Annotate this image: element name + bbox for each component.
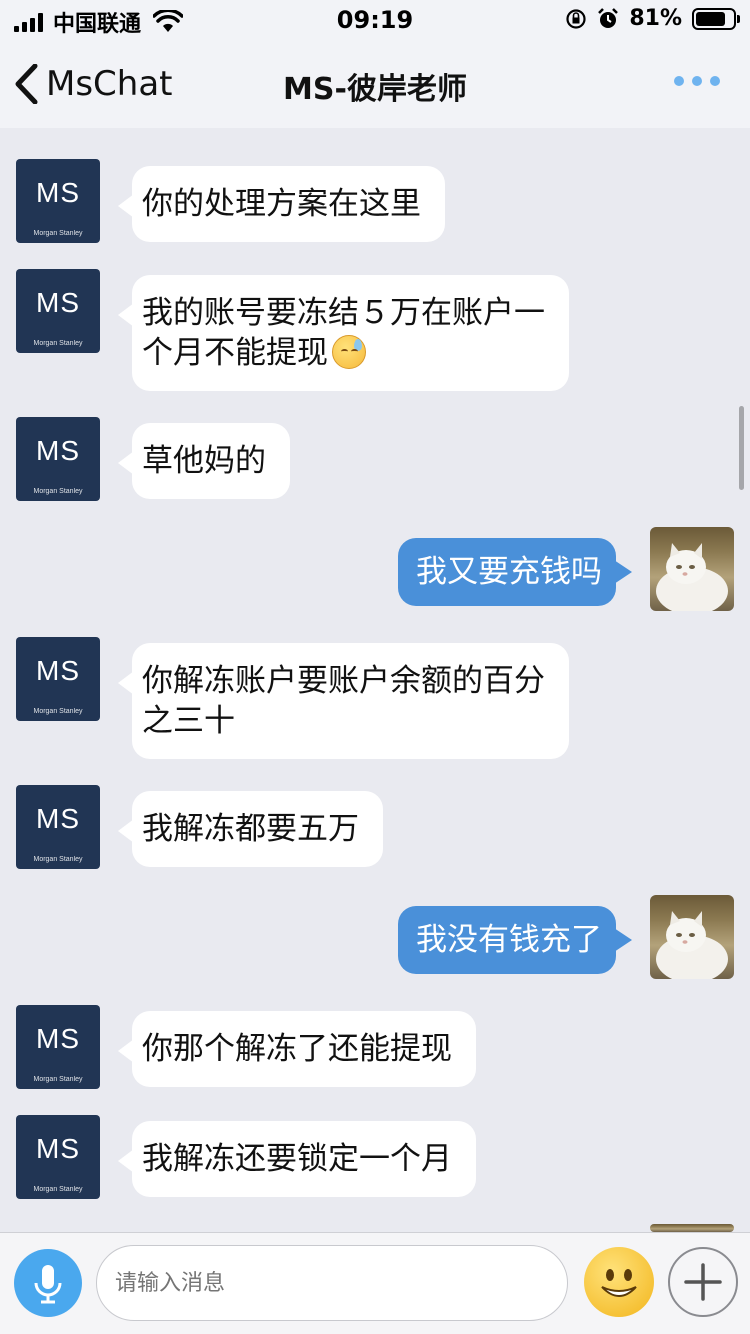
message-bubble[interactable]: 草他妈的 [118, 423, 290, 499]
message-text: 我没有钱充了 [416, 922, 602, 958]
message-text: 我解冻都要五万 [142, 811, 359, 847]
user-avatar-cat[interactable] [650, 895, 734, 979]
message-text: 我的账号要冻结５万在账户一 [142, 295, 545, 331]
ms-avatar[interactable]: MS Morgan Stanley [16, 637, 100, 721]
ms-avatar[interactable]: MS Morgan Stanley [16, 785, 100, 869]
battery-icon [692, 7, 740, 30]
message-bubble[interactable]: 我解冻还要锁定一个月 [118, 1121, 476, 1197]
message-bubble[interactable]: 我解冻都要五万 [118, 791, 383, 867]
plus-button[interactable] [668, 1247, 738, 1317]
message-bubble[interactable]: 我又要充钱吗 [398, 538, 632, 606]
sweat-emoji-icon [332, 335, 366, 369]
ms-avatar[interactable]: MS Morgan Stanley [16, 159, 100, 243]
message-incoming: MS Morgan Stanley 草他妈的 [0, 416, 750, 516]
ms-avatar[interactable]: MS Morgan Stanley [16, 1115, 100, 1199]
plus-icon [684, 1263, 722, 1301]
microphone-icon [34, 1265, 62, 1304]
cat-photo-icon [656, 911, 728, 979]
message-bubble[interactable]: 我的账号要冻结５万在账户一 个月不能提现 [118, 275, 569, 391]
emoji-button[interactable] [584, 1247, 654, 1317]
ms-avatar[interactable]: MS Morgan Stanley [16, 269, 100, 353]
message-text-line2: 个月不能提现 [142, 335, 328, 371]
message-incoming: MS Morgan Stanley 你那个解冻了还能提现 [0, 1004, 750, 1104]
back-label: MsChat [46, 64, 173, 104]
message-incoming: MS Morgan Stanley 我解冻都要五万 [0, 784, 750, 884]
status-bar: 中国联通 09:19 81% [0, 0, 750, 40]
message-incoming: MS Morgan Stanley 你解冻账户要账户余额的百分 之三十 [0, 636, 750, 766]
signal-icon [14, 12, 43, 32]
message-text: 你那个解冻了还能提现 [142, 1031, 452, 1067]
message-text-line2: 之三十 [142, 703, 235, 739]
ms-avatar[interactable]: MS Morgan Stanley [16, 1005, 100, 1089]
rotation-lock-icon [566, 8, 586, 29]
message-text: 草他妈的 [142, 443, 266, 479]
cat-photo-icon [656, 543, 728, 611]
chat-area[interactable]: MS Morgan Stanley 你的处理方案在这里 MS Morgan Stan… [0, 128, 750, 1232]
message-text: 你解冻账户要账户余额的百分 [142, 663, 545, 699]
message-incoming: MS Morgan Stanley 你的处理方案在这里 [0, 128, 750, 243]
message-bubble[interactable]: 你的处理方案在这里 [118, 166, 445, 242]
scrollbar[interactable] [739, 406, 744, 490]
message-incoming: MS Morgan Stanley 我的账号要冻结５万在账户一 个月不能提现 [0, 268, 750, 398]
input-bar [0, 1232, 750, 1334]
battery-percent: 81% [629, 6, 682, 31]
carrier-name: 中国联通 [53, 12, 142, 37]
user-avatar-cat[interactable] [650, 1224, 734, 1232]
message-text: 我又要充钱吗 [416, 554, 602, 590]
message-bubble[interactable]: 你那个解冻了还能提现 [118, 1011, 476, 1087]
alarm-icon [598, 7, 619, 28]
more-dots-icon[interactable] [674, 76, 720, 86]
user-avatar-cat[interactable] [650, 527, 734, 611]
microphone-button[interactable] [14, 1249, 82, 1317]
wifi-icon [153, 10, 184, 32]
nav-bar: MsChat MS-彼岸老师 [0, 40, 750, 128]
message-bubble[interactable]: 你解冻账户要账户余额的百分 之三十 [118, 643, 569, 759]
message-text: 你的处理方案在这里 [142, 186, 421, 222]
message-text: 我解冻还要锁定一个月 [142, 1141, 452, 1177]
message-input[interactable] [96, 1245, 568, 1321]
message-bubble[interactable]: 我没有钱充了 [398, 906, 632, 974]
ms-avatar[interactable]: MS Morgan Stanley [16, 417, 100, 501]
message-outgoing: 我没有钱充了 [0, 894, 750, 984]
chevron-left-icon [15, 64, 38, 104]
message-incoming: MS Morgan Stanley 我解冻还要锁定一个月 [0, 1114, 750, 1214]
message-outgoing: 我又要充钱吗 [0, 526, 750, 616]
back-button[interactable]: MsChat [14, 60, 173, 108]
smiley-icon [601, 1269, 637, 1297]
